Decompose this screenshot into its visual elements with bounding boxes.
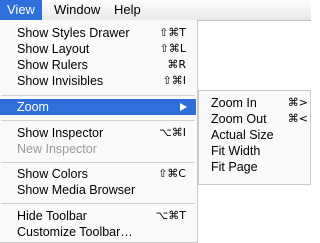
menu-item-label: Show Media Browser <box>17 183 136 197</box>
menu-item-shortcut: ⌘R <box>167 58 186 71</box>
menu-item-customize-toolbar[interactable]: Customize Toolbar… <box>0 224 196 240</box>
menu-bar: View Window Help <box>0 0 311 21</box>
menu-item-label: Show Styles Drawer <box>17 26 130 40</box>
menu-item-shortcut: ⇧⌘I <box>162 74 186 87</box>
menubar-view[interactable]: View <box>0 0 42 20</box>
submenu-item-actual-size[interactable]: Actual Size <box>199 127 310 143</box>
menu-item-new-inspector: New Inspector <box>0 141 196 157</box>
submenu-item-fit-page[interactable]: Fit Page <box>199 159 310 175</box>
menu-separator <box>1 120 195 121</box>
submenu-item-fit-width[interactable]: Fit Width <box>199 143 310 159</box>
menu-item-label: Fit Width <box>211 144 261 158</box>
menu-item-label: Show Colors <box>17 167 88 181</box>
menu-item-label: Customize Toolbar… <box>17 225 133 239</box>
menubar-help[interactable]: Help <box>107 0 148 20</box>
zoom-submenu: Zoom In ⌘> Zoom Out ⌘< Actual Size Fit W… <box>198 90 311 185</box>
menu-item-show-invisibles[interactable]: Show Invisibles ⇧⌘I <box>0 73 196 89</box>
menu-item-label: New Inspector <box>17 142 97 156</box>
menu-item-hide-toolbar[interactable]: Hide Toolbar ⌥⌘T <box>0 208 196 224</box>
menu-item-label: Fit Page <box>211 160 258 174</box>
menu-item-show-media-browser[interactable]: Show Media Browser <box>0 182 196 198</box>
view-menu: Show Styles Drawer ⇧⌘T Show Layout ⇧⌘L S… <box>0 20 198 243</box>
menu-item-show-inspector[interactable]: Show Inspector ⌥⌘I <box>0 125 196 141</box>
menu-item-label: Zoom Out <box>211 112 267 126</box>
menu-item-label: Show Inspector <box>17 126 104 140</box>
menu-item-label: Actual Size <box>211 128 274 142</box>
menu-item-shortcut: ⌘> <box>287 96 308 109</box>
menu-separator <box>1 162 195 163</box>
menu-separator <box>1 203 195 204</box>
menu-item-zoom[interactable]: Zoom <box>0 99 196 115</box>
menu-item-shortcut: ⇧⌘T <box>159 26 186 39</box>
submenu-arrow-icon <box>180 103 187 111</box>
menu-item-label: Show Layout <box>17 42 90 56</box>
menu-item-show-layout[interactable]: Show Layout ⇧⌘L <box>0 41 196 57</box>
menubar-window[interactable]: Window <box>47 0 107 20</box>
menu-item-show-rulers[interactable]: Show Rulers ⌘R <box>0 57 196 73</box>
menu-item-label: Zoom <box>17 100 49 114</box>
menu-item-shortcut: ⌘< <box>287 112 308 125</box>
menu-item-label: Hide Toolbar <box>17 209 87 223</box>
menu-item-shortcut: ⇧⌘L <box>159 42 186 55</box>
menu-item-label: Zoom In <box>211 96 257 110</box>
menu-item-show-styles-drawer[interactable]: Show Styles Drawer ⇧⌘T <box>0 25 196 41</box>
menu-item-show-colors[interactable]: Show Colors ⇧⌘C <box>0 166 196 182</box>
menu-item-label: Show Rulers <box>17 58 88 72</box>
menu-item-shortcut: ⌥⌘I <box>159 126 186 139</box>
menu-item-shortcut: ⌥⌘T <box>155 209 186 222</box>
submenu-item-zoom-out[interactable]: Zoom Out ⌘< <box>199 111 310 127</box>
menu-separator <box>1 95 195 96</box>
submenu-item-zoom-in[interactable]: Zoom In ⌘> <box>199 95 310 111</box>
menu-item-label: Show Invisibles <box>17 74 104 88</box>
menu-item-shortcut: ⇧⌘C <box>158 167 186 180</box>
